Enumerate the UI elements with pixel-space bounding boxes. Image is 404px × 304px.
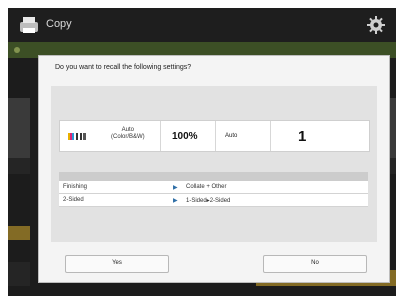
- dialog-title: Do you want to recall the following sett…: [55, 64, 192, 71]
- recall-settings-dialog: Do you want to recall the following sett…: [38, 55, 390, 283]
- setting-label: 2-Sided: [63, 197, 84, 203]
- app-title: Copy: [46, 18, 72, 30]
- setting-label: Finishing: [63, 184, 88, 190]
- color-mode-cell: Auto (Color/B&W): [60, 121, 161, 151]
- settings-panel: Auto (Color/B&W) 100% Auto 1 Finishing ▶…: [51, 86, 377, 242]
- yes-button[interactable]: Yes: [65, 255, 169, 273]
- arrow-right-icon: ▶: [173, 198, 178, 204]
- no-button-label: No: [311, 260, 319, 266]
- color-mode-label: Auto (Color/B&W): [111, 127, 145, 140]
- ratio-cell: 100%: [160, 121, 216, 151]
- setting-value: Collate + Other: [186, 184, 227, 190]
- settings-list-header: [59, 172, 368, 181]
- screen: Copy Do you want to recall the following…: [0, 0, 404, 304]
- copy-ratio: 100%: [172, 131, 198, 142]
- copy-screen: Copy Do you want to recall the following…: [8, 8, 396, 296]
- settings-summary: Auto (Color/B&W) 100% Auto 1: [59, 120, 370, 152]
- settings-row: Finishing ▶ Collate + Other: [59, 181, 368, 194]
- no-button[interactable]: No: [263, 255, 367, 273]
- settings-list: Finishing ▶ Collate + Other 2-Sided ▶ 1-…: [59, 172, 368, 207]
- copy-machine-icon: [20, 17, 38, 33]
- gear-icon[interactable]: [366, 15, 386, 35]
- paper-select: Auto: [225, 133, 238, 139]
- color-bw-icon: [68, 133, 86, 140]
- yes-button-label: Yes: [112, 260, 122, 266]
- arrow-right-icon: ▶: [173, 185, 178, 191]
- top-bar: Copy: [8, 8, 396, 42]
- copy-count: 1: [298, 128, 307, 145]
- settings-row: 2-Sided ▶ 1-Sided▸2-Sided: [59, 194, 368, 207]
- copies-cell: 1: [270, 121, 369, 151]
- setting-value: 1-Sided▸2-Sided: [186, 198, 231, 204]
- paper-cell: Auto: [215, 121, 271, 151]
